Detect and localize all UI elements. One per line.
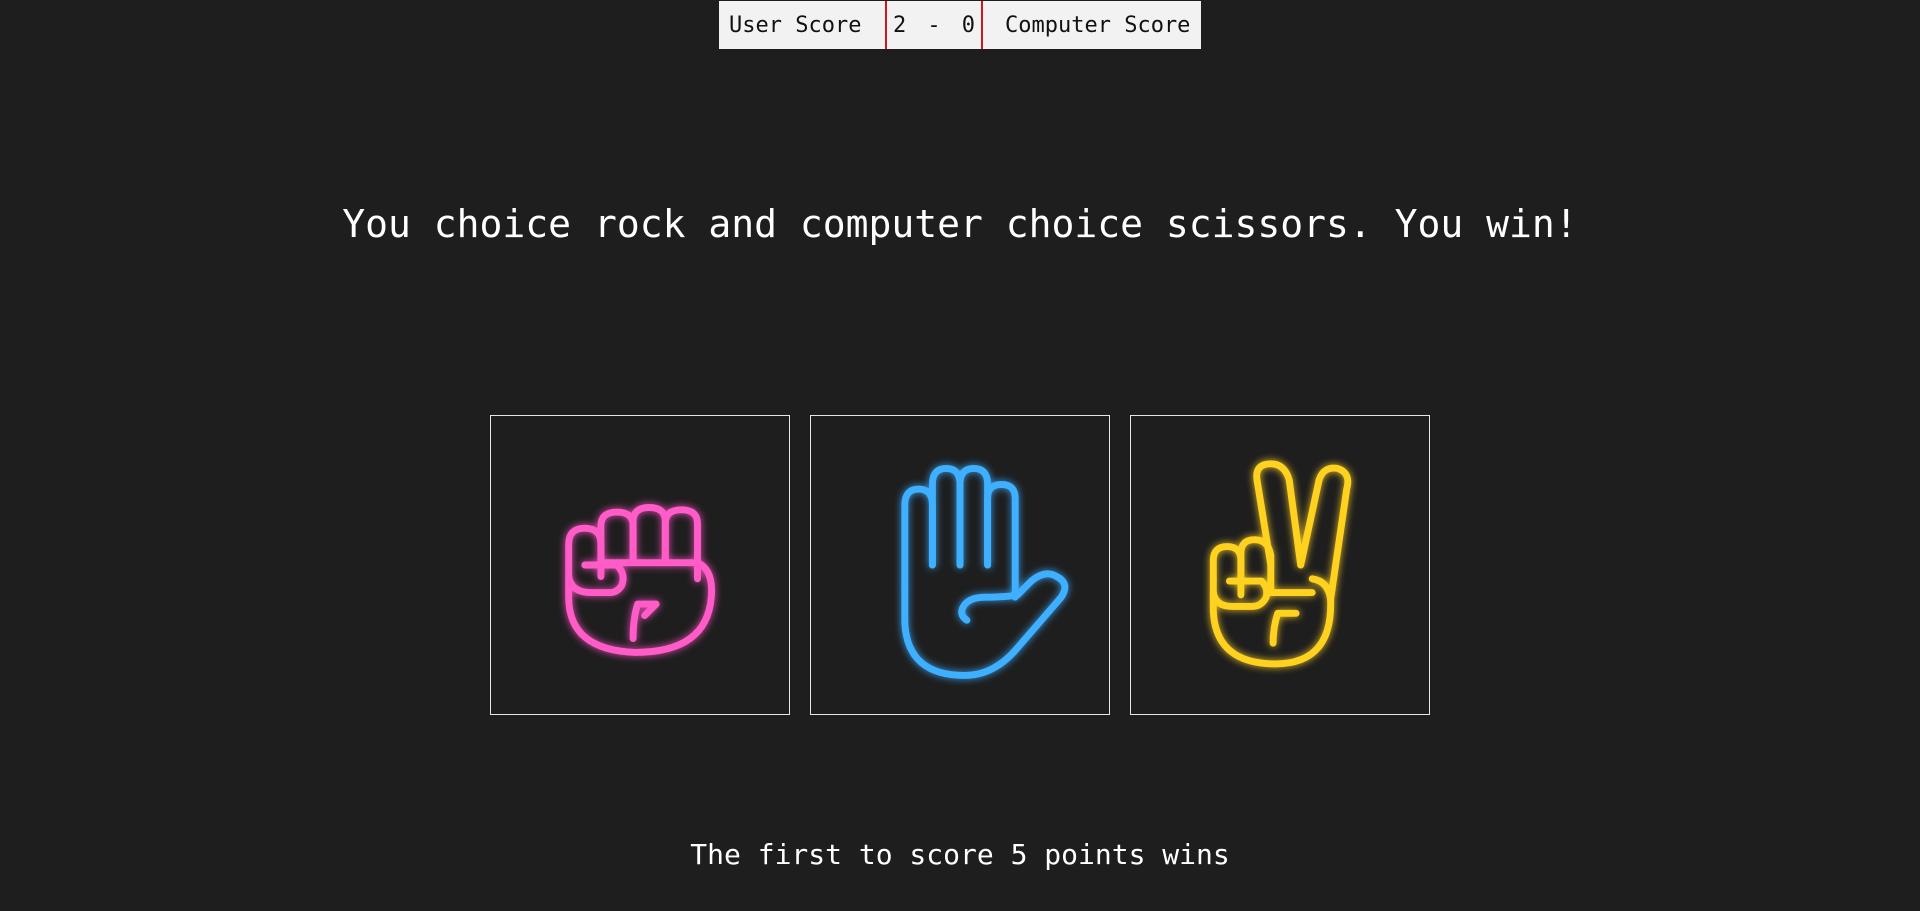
user-score: 2 [893,12,907,38]
fist-icon [565,504,716,656]
rules-text: The first to score 5 points wins [690,838,1230,871]
paper-button[interactable] [810,415,1110,715]
peace-hand-icon [1209,460,1352,668]
scoreboard: User Score 2 - 0 Computer Score [719,1,1201,49]
rock-button[interactable] [490,415,790,715]
computer-score-label: Computer Score [1005,12,1191,38]
score-value: 2 - 0 [885,1,983,49]
open-hand-icon [901,464,1069,679]
user-score-label: User Score [729,12,862,38]
scissors-button[interactable] [1130,415,1430,715]
choice-buttons [490,415,1430,715]
score-separator: - [927,12,941,38]
computer-score: 0 [961,12,975,38]
game-page: User Score 2 - 0 Computer Score You choi… [0,0,1920,911]
result-message: You choice rock and computer choice scis… [342,202,1578,246]
